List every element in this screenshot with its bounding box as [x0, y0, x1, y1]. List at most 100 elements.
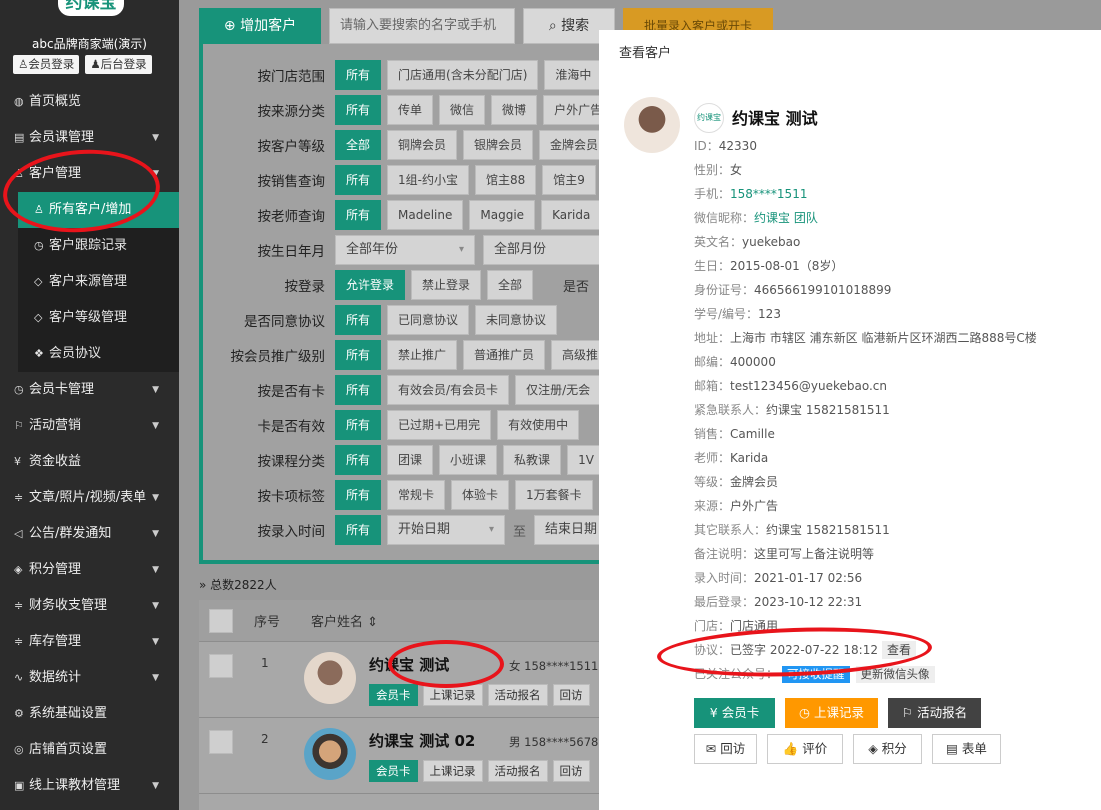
- sidebar-subitem-agreement[interactable]: ❖ 会员协议: [0, 336, 179, 372]
- filter-option[interactable]: 所有: [335, 480, 382, 510]
- revisit-button[interactable]: 回访: [552, 684, 590, 706]
- filter-option[interactable]: 传单: [387, 95, 434, 125]
- member-login-button[interactable]: ♙会员登录: [13, 55, 80, 74]
- sidebar-item[interactable]: ⚐ 活动营销 ▼: [0, 408, 179, 444]
- filter-option[interactable]: 门店通用(含未分配门店): [387, 60, 539, 90]
- detail-field: 紧急联系人：约课宝 15821581511: [694, 403, 890, 417]
- filter-option[interactable]: 已过期+已用完: [387, 410, 492, 440]
- sidebar-item[interactable]: ≑ 库存管理 ▼: [0, 624, 179, 660]
- filter-option[interactable]: 体验卡: [451, 480, 510, 510]
- filter-option[interactable]: 有效会员/有会员卡: [387, 375, 510, 405]
- class-record-button[interactable]: 上课记录: [422, 760, 483, 782]
- filter-option[interactable]: 普通推广员: [463, 340, 546, 370]
- filter-label: 按老师查询: [257, 209, 326, 225]
- date-start-select[interactable]: 开始日期: [387, 515, 506, 545]
- filter-option[interactable]: 仅注册/无会: [515, 375, 602, 405]
- member-card-button[interactable]: ¥ 会员卡: [694, 698, 775, 728]
- filter-option[interactable]: Madeline: [387, 200, 464, 230]
- customer-name[interactable]: 约课宝 测试: [369, 654, 449, 675]
- points-button[interactable]: ◈ 积分: [853, 734, 922, 764]
- row-checkbox[interactable]: [209, 730, 233, 754]
- sidebar-subitem-source[interactable]: ◇ 客户来源管理: [0, 264, 179, 300]
- filter-option[interactable]: 所有: [335, 340, 382, 370]
- filter-option[interactable]: 私教课: [503, 445, 562, 475]
- filter-option[interactable]: 已同意协议: [387, 305, 470, 335]
- filter-option[interactable]: 团课: [387, 445, 434, 475]
- filter-option[interactable]: 微信: [439, 95, 486, 125]
- filter-option[interactable]: 银牌会员: [463, 130, 534, 160]
- customer-meta: 男 158****5678: [509, 735, 599, 749]
- filter-option[interactable]: 淮海中: [544, 60, 603, 90]
- sidebar-item[interactable]: ¥ 资金收益: [0, 444, 179, 480]
- filter-option[interactable]: 所有: [335, 515, 382, 545]
- sidebar-item[interactable]: ∿ 数据统计 ▼: [0, 660, 179, 696]
- filter-option[interactable]: 所有: [335, 200, 382, 230]
- sidebar-item[interactable]: ⚙ 系统基础设置: [0, 696, 179, 732]
- customer-name[interactable]: 约课宝 测试 02: [369, 730, 475, 751]
- sidebar-item[interactable]: ≑ 财务收支管理 ▼: [0, 588, 179, 624]
- detail-field: 其它联系人：约课宝 15821581511: [694, 523, 890, 537]
- filter-option[interactable]: 1组-约小宝: [387, 165, 469, 195]
- add-customer-button[interactable]: ⊕ 增加客户: [199, 8, 321, 44]
- sidebar-item-customer[interactable]: ♙ 客户管理 ▼: [0, 156, 179, 192]
- update-avatar-button[interactable]: 更新微信头像: [855, 666, 935, 683]
- filter-option[interactable]: Maggie: [469, 200, 536, 230]
- filter-option[interactable]: 所有: [335, 305, 382, 335]
- sidebar-subitem-level[interactable]: ◇ 客户等级管理: [0, 300, 179, 336]
- filter-option[interactable]: 全部: [335, 130, 382, 160]
- filter-option[interactable]: 小班课: [439, 445, 498, 475]
- filter-option[interactable]: 有效使用中: [497, 410, 580, 440]
- member-card-button[interactable]: 会员卡: [369, 760, 418, 782]
- admin-login-button[interactable]: ♟后台登录: [85, 55, 152, 74]
- class-record-button[interactable]: 上课记录: [422, 684, 483, 706]
- caret-down-icon: ▼: [152, 421, 159, 431]
- filter-option[interactable]: 所有: [335, 375, 382, 405]
- filter-option[interactable]: 所有: [335, 445, 382, 475]
- revisit-button[interactable]: 回访: [552, 760, 590, 782]
- sidebar-item[interactable]: ◈ 积分管理 ▼: [0, 552, 179, 588]
- sidebar-item[interactable]: ≑ 文章/照片/视频/表单 ▼: [0, 480, 179, 516]
- row-checkbox[interactable]: [209, 654, 233, 678]
- filter-option[interactable]: 1万套餐卡: [515, 480, 593, 510]
- filter-option[interactable]: 允许登录: [335, 270, 406, 300]
- review-button[interactable]: 👍 评价: [767, 734, 843, 764]
- event-signup-button[interactable]: 活动报名: [487, 684, 548, 706]
- filter-option[interactable]: 馆主88: [474, 165, 537, 195]
- filter-option[interactable]: 常规卡: [387, 480, 446, 510]
- view-agreement-link[interactable]: 查看: [881, 641, 916, 659]
- filter-option[interactable]: 微博: [491, 95, 538, 125]
- sidebar-subitem-tracking[interactable]: ◷ 客户跟踪记录: [0, 228, 179, 264]
- search-input[interactable]: 请输入要搜索的名字或手机: [329, 8, 515, 44]
- filter-option[interactable]: 所有: [335, 165, 382, 195]
- select-all-checkbox[interactable]: [209, 608, 233, 633]
- event-signup-button[interactable]: 活动报名: [487, 760, 548, 782]
- filter-option[interactable]: 禁止登录: [411, 270, 482, 300]
- class-record-button[interactable]: ◷ 上课记录: [785, 698, 878, 728]
- filter-option[interactable]: 未同意协议: [475, 305, 558, 335]
- filter-label: 按门店范围: [257, 69, 326, 85]
- filter-option[interactable]: 铜牌会员: [387, 130, 458, 160]
- column-name[interactable]: 客户姓名 ⇕: [311, 611, 378, 630]
- filter-option[interactable]: 所有: [335, 60, 382, 90]
- filter-option[interactable]: 所有: [335, 95, 382, 125]
- filter-option[interactable]: 馆主9: [542, 165, 596, 195]
- double-chevron-icon: »: [199, 578, 211, 592]
- sidebar-item-dashboard[interactable]: ◍ 首页概览: [0, 84, 179, 120]
- sort-icon: ⇕: [367, 615, 379, 630]
- filter-option[interactable]: 禁止推广: [387, 340, 458, 370]
- form-button[interactable]: ▤ 表单: [932, 734, 1001, 764]
- sidebar-item[interactable]: ◁ 公告/群发通知 ▼: [0, 516, 179, 552]
- filter-select[interactable]: 全部年份: [335, 235, 475, 265]
- event-signup-button[interactable]: ⚐ 活动报名: [888, 698, 981, 728]
- filter-option[interactable]: 全部: [487, 270, 534, 300]
- button-icon: ◈: [868, 741, 878, 756]
- sidebar-item[interactable]: ▣ 线上课教材管理 ▼: [0, 768, 179, 804]
- sidebar-item-member-course[interactable]: ▤ 会员课管理 ▼: [0, 120, 179, 156]
- member-card-button[interactable]: 会员卡: [369, 684, 418, 706]
- filter-option[interactable]: 所有: [335, 410, 382, 440]
- sidebar-item[interactable]: ◎ 店铺首页设置: [0, 732, 179, 768]
- revisit-button[interactable]: ✉ 回访: [694, 734, 757, 764]
- filter-option[interactable]: Karida: [541, 200, 602, 230]
- sidebar-subitem-all-customers[interactable]: ♙ 所有客户/增加: [0, 192, 179, 228]
- sidebar-item[interactable]: ◷ 会员卡管理 ▼: [0, 372, 179, 408]
